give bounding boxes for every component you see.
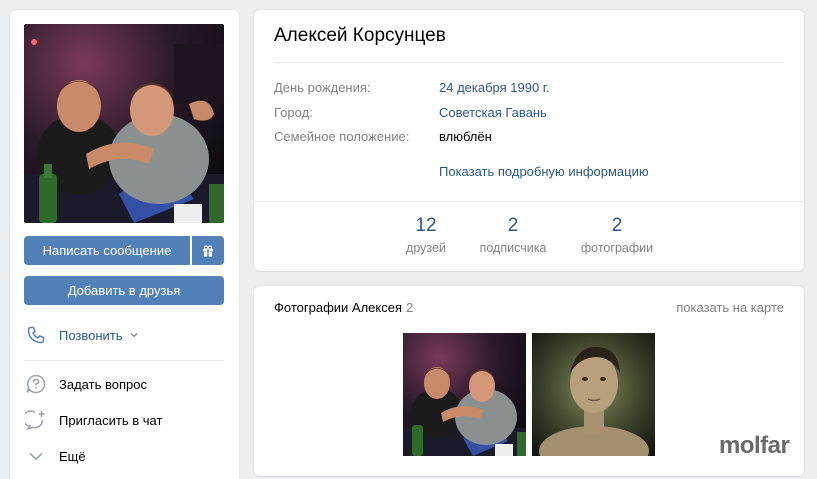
profile-name: Алексей Корсунцев xyxy=(274,25,446,46)
chevron-down-icon xyxy=(24,444,48,468)
question-bubble-icon xyxy=(24,372,48,396)
call-label: Позвонить xyxy=(59,327,123,343)
write-message-label: Написать сообщение xyxy=(42,243,172,258)
profile-info-card: Алексей Корсунцев День рождения: 24 дека… xyxy=(254,10,804,271)
add-friend-button[interactable]: Добавить в друзья xyxy=(24,276,224,305)
watermark-logo: molfar xyxy=(719,432,790,459)
invite-chat-label: Пригласить в чат xyxy=(59,412,163,428)
show-on-map-link[interactable]: показать на карте xyxy=(676,300,784,315)
chat-add-icon xyxy=(24,408,48,432)
photos-title-count: 2 xyxy=(406,300,414,315)
sidebar-divider xyxy=(24,360,224,361)
friends-count: 12 xyxy=(415,215,437,236)
send-gift-button[interactable] xyxy=(192,236,224,265)
gift-icon xyxy=(203,244,213,256)
info-row-birthday: День рождения: 24 декабря 1990 г. xyxy=(274,80,784,98)
info-row-relationship: Семейное положение: влюблён xyxy=(274,129,784,147)
friends-label: друзей xyxy=(406,241,446,255)
photo-thumbnail[interactable] xyxy=(403,333,526,456)
chevron-down-icon xyxy=(130,333,138,338)
birthday-link[interactable]: 24 декабря 1990 г. xyxy=(439,80,550,98)
photos-count: 2 xyxy=(611,215,623,236)
birthday-label: День рождения: xyxy=(274,80,371,95)
photo-thumbnail[interactable] xyxy=(532,333,655,456)
phone-icon xyxy=(24,323,48,347)
counters-divider xyxy=(254,201,804,202)
profile-avatar[interactable] xyxy=(24,24,224,223)
more-menu-item[interactable]: Ещё xyxy=(24,444,224,468)
avatar-photo xyxy=(24,24,224,223)
photo-image xyxy=(403,333,526,456)
call-menu-item[interactable]: Позвонить xyxy=(24,323,224,347)
photo-image xyxy=(532,333,655,456)
add-friend-label: Добавить в друзья xyxy=(67,283,181,298)
city-label: Город: xyxy=(274,105,313,120)
relationship-label: Семейное положение: xyxy=(274,129,410,144)
write-message-button[interactable]: Написать сообщение xyxy=(24,236,190,265)
followers-label: подписчика xyxy=(479,241,547,255)
show-details-link[interactable]: Показать подробную информацию xyxy=(439,164,649,179)
info-row-city: Город: Советская Гавань xyxy=(274,105,784,123)
followers-counter[interactable]: 2 подписчика xyxy=(472,215,554,255)
city-link[interactable]: Советская Гавань xyxy=(439,105,547,123)
profile-sidebar: Написать сообщение Добавить в друзья Поз… xyxy=(10,10,239,479)
relationship-value: влюблён xyxy=(439,129,492,144)
friends-counter[interactable]: 12 друзей xyxy=(400,215,452,255)
followers-count: 2 xyxy=(507,215,519,236)
photos-counter[interactable]: 2 фотографии xyxy=(576,215,658,255)
ask-question-menu-item[interactable]: Задать вопрос xyxy=(24,372,224,396)
ask-question-label: Задать вопрос xyxy=(59,376,147,392)
photos-section-title[interactable]: Фотографии Алексея 2 xyxy=(274,300,413,315)
info-divider xyxy=(274,62,784,63)
invite-chat-menu-item[interactable]: Пригласить в чат xyxy=(24,408,224,432)
photos-title-text: Фотографии Алексея xyxy=(274,300,402,315)
photos-label: фотографии xyxy=(580,241,654,255)
more-label: Ещё xyxy=(59,448,86,464)
